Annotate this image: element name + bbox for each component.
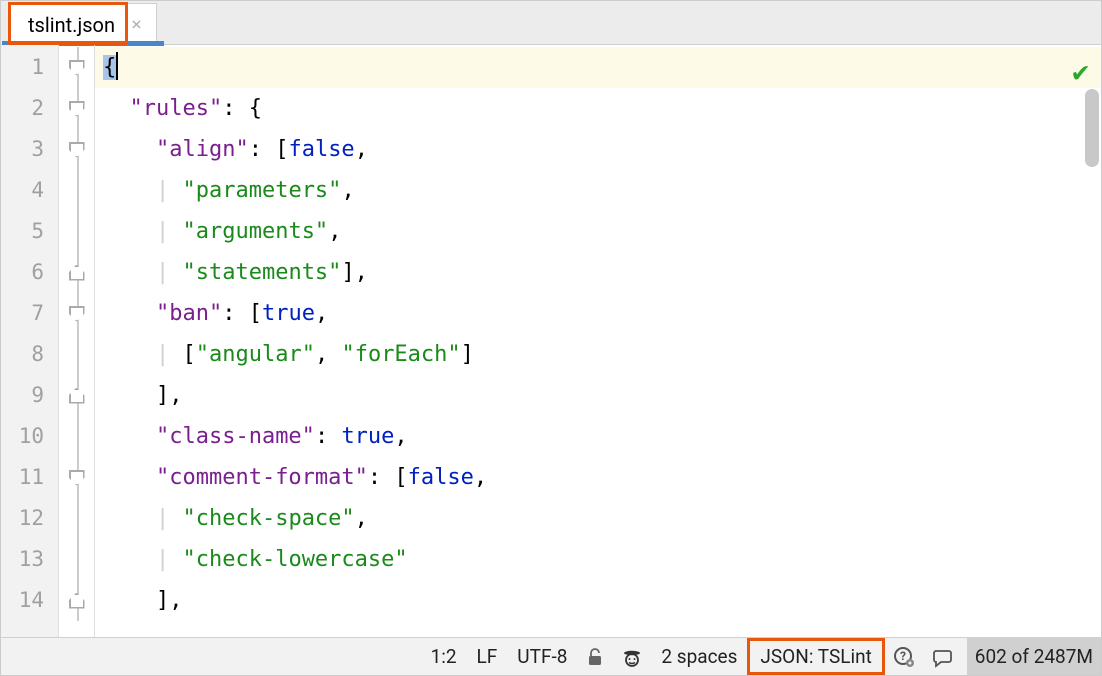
fold-gutter-line <box>59 88 94 129</box>
scrollbar-thumb[interactable] <box>1085 89 1099 167</box>
fold-gutter-line <box>59 47 94 88</box>
fold-gutter-line <box>59 211 94 252</box>
fold-gutter-line <box>59 293 94 334</box>
inspector-icon[interactable] <box>613 638 651 675</box>
code-line[interactable]: | "parameters", <box>95 170 1101 211</box>
code-line[interactable]: "comment-format": [false, <box>95 457 1101 498</box>
status-bar: 1:2 LF UTF-8 2 spaces JSON: TSLint ? 602… <box>1 637 1101 675</box>
line-number[interactable]: 11 <box>1 457 58 498</box>
line-number[interactable]: 7 <box>1 293 58 334</box>
fold-marker-icon[interactable] <box>69 593 85 609</box>
inspection-ok-icon[interactable]: ✔ <box>1072 51 1089 92</box>
line-number-gutter: 1234567891011121314 <box>1 45 59 637</box>
line-number[interactable]: 10 <box>1 416 58 457</box>
code-line[interactable]: | "check-space", <box>95 498 1101 539</box>
notification-icon[interactable] <box>923 638 961 675</box>
fold-gutter-line <box>59 334 94 375</box>
caret-position[interactable]: 1:2 <box>421 638 467 675</box>
code-area[interactable]: ✔ { "rules": { "align": [false, | "param… <box>95 45 1101 637</box>
fold-gutter-line <box>59 498 94 539</box>
memory-indicator[interactable]: 602 of 2487M <box>967 638 1101 675</box>
fold-gutter-line <box>59 375 94 416</box>
line-number[interactable]: 14 <box>1 580 58 621</box>
fold-gutter-line <box>59 539 94 580</box>
code-line[interactable]: ], <box>95 375 1101 416</box>
fold-gutter-line <box>59 457 94 498</box>
fold-gutter-line <box>59 170 94 211</box>
tab-bar: tslint.json × <box>1 1 1101 45</box>
tab-tslint-json[interactable]: tslint.json × <box>9 3 157 45</box>
indent-setting[interactable]: 2 spaces <box>651 638 747 675</box>
code-line[interactable]: "ban": [true, <box>95 293 1101 334</box>
lock-icon[interactable] <box>577 638 613 675</box>
line-number[interactable]: 5 <box>1 211 58 252</box>
code-line[interactable]: ], <box>95 580 1101 621</box>
fold-gutter <box>59 45 95 637</box>
svg-text:?: ? <box>900 649 906 663</box>
line-number[interactable]: 4 <box>1 170 58 211</box>
fold-gutter-line <box>59 129 94 170</box>
code-line[interactable]: | ["angular", "forEach"] <box>95 334 1101 375</box>
code-line[interactable]: | "statements"], <box>95 252 1101 293</box>
file-type[interactable]: JSON: TSLint <box>747 638 884 675</box>
code-line[interactable]: | "check-lowercase" <box>95 539 1101 580</box>
help-settings-icon[interactable]: ? <box>885 638 923 675</box>
code-line[interactable]: "class-name": true, <box>95 416 1101 457</box>
fold-marker-icon[interactable] <box>69 60 85 76</box>
fold-gutter-line <box>59 580 94 621</box>
line-number[interactable]: 2 <box>1 88 58 129</box>
line-number[interactable]: 12 <box>1 498 58 539</box>
tab-name: tslint.json <box>20 13 123 37</box>
line-number[interactable]: 3 <box>1 129 58 170</box>
fold-marker-icon[interactable] <box>69 101 85 117</box>
line-ending[interactable]: LF <box>467 638 508 675</box>
fold-gutter-line <box>59 252 94 293</box>
line-number[interactable]: 9 <box>1 375 58 416</box>
code-line[interactable]: "align": [false, <box>95 129 1101 170</box>
code-line[interactable]: | "arguments", <box>95 211 1101 252</box>
close-icon[interactable]: × <box>123 14 146 35</box>
code-line[interactable]: { <box>95 47 1101 88</box>
code-line[interactable]: "rules": { <box>95 88 1101 129</box>
fold-marker-icon[interactable] <box>69 265 85 281</box>
fold-marker-icon[interactable] <box>69 142 85 158</box>
fold-marker-icon[interactable] <box>69 388 85 404</box>
line-number[interactable]: 6 <box>1 252 58 293</box>
line-number[interactable]: 8 <box>1 334 58 375</box>
fold-marker-icon[interactable] <box>69 306 85 322</box>
fold-gutter-line <box>59 416 94 457</box>
fold-marker-icon[interactable] <box>69 470 85 486</box>
line-number[interactable]: 13 <box>1 539 58 580</box>
file-encoding[interactable]: UTF-8 <box>507 638 577 675</box>
editor: 1234567891011121314 ✔ { "rules": { "alig… <box>1 45 1101 637</box>
line-number[interactable]: 1 <box>1 47 58 88</box>
